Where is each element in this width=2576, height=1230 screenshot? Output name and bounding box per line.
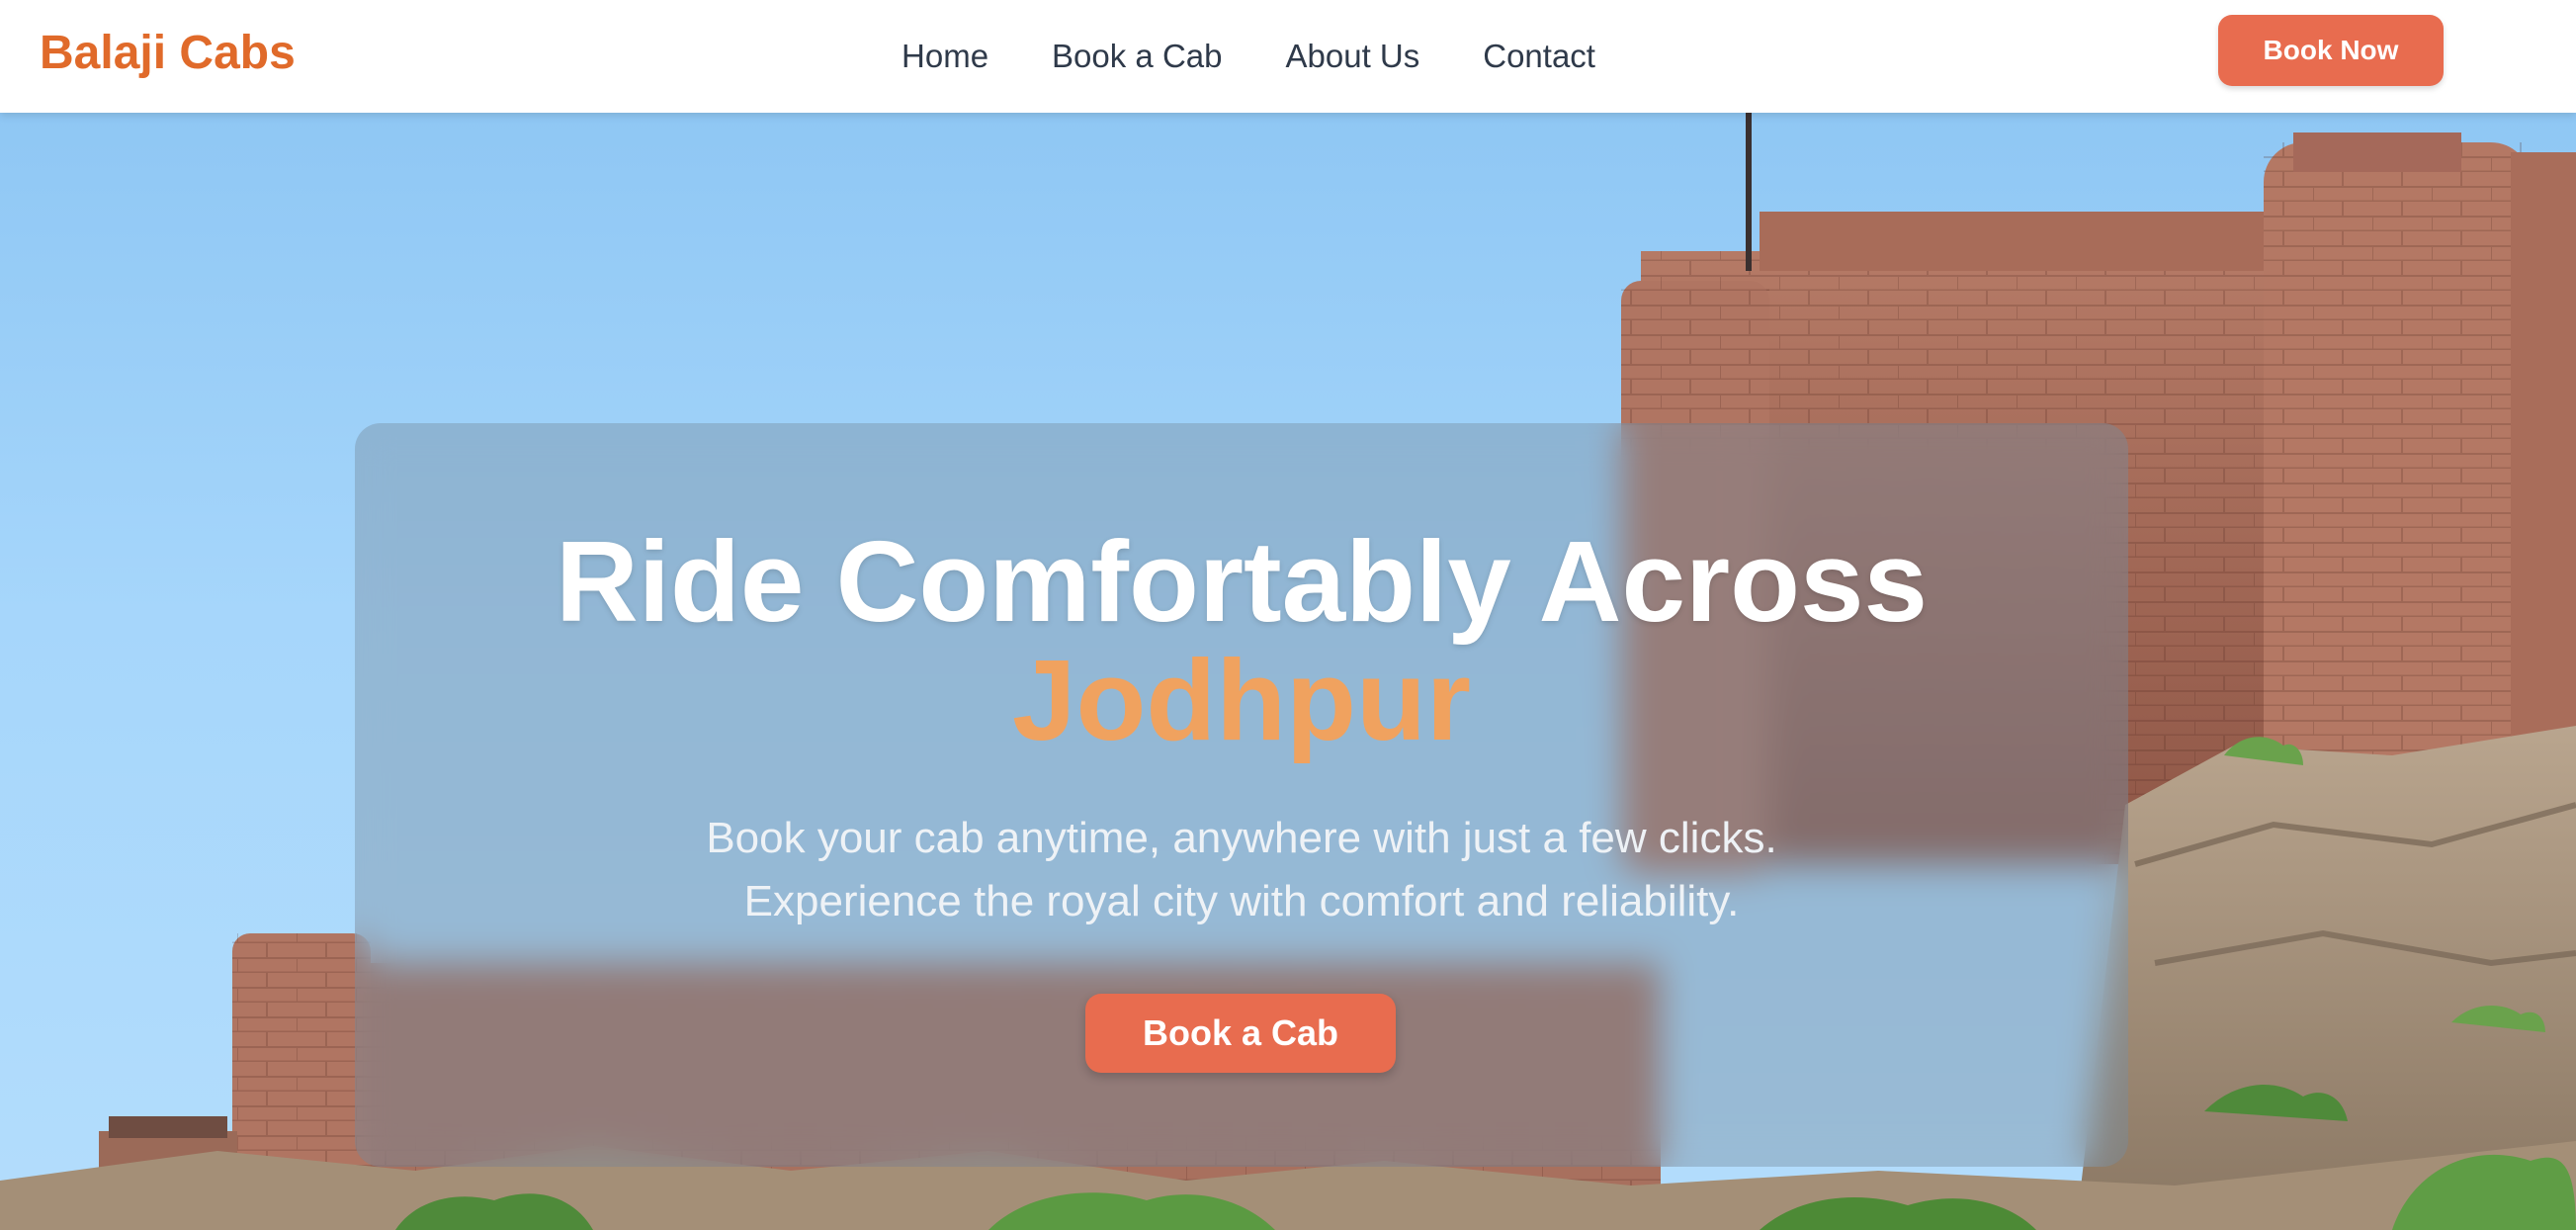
main-nav: Home Book a Cab About Us Contact <box>0 0 2576 113</box>
nav-about-us[interactable]: About Us <box>1286 37 1420 76</box>
book-now-button[interactable]: Book Now <box>2218 15 2444 86</box>
hero-card: Ride Comfortably Across Jodhpur Book you… <box>355 423 2128 1167</box>
hero-subtitle-line-2: Experience the royal city with comfort a… <box>743 877 1740 925</box>
book-a-cab-button[interactable]: Book a Cab <box>1085 994 1396 1073</box>
nav-contact[interactable]: Contact <box>1483 37 1595 76</box>
nav-home[interactable]: Home <box>902 37 988 76</box>
hero-subtitle-line-1: Book your cab anytime, anywhere with jus… <box>706 814 1777 862</box>
hero-subtitle: Book your cab anytime, anywhere with jus… <box>355 807 2128 933</box>
hero-headline: Ride Comfortably Across <box>556 517 1928 646</box>
nav-book-a-cab[interactable]: Book a Cab <box>1052 37 1222 76</box>
hero-headline-city: Jodhpur <box>1012 636 1471 764</box>
site-header: Balaji Cabs Home Book a Cab About Us Con… <box>0 0 2576 113</box>
